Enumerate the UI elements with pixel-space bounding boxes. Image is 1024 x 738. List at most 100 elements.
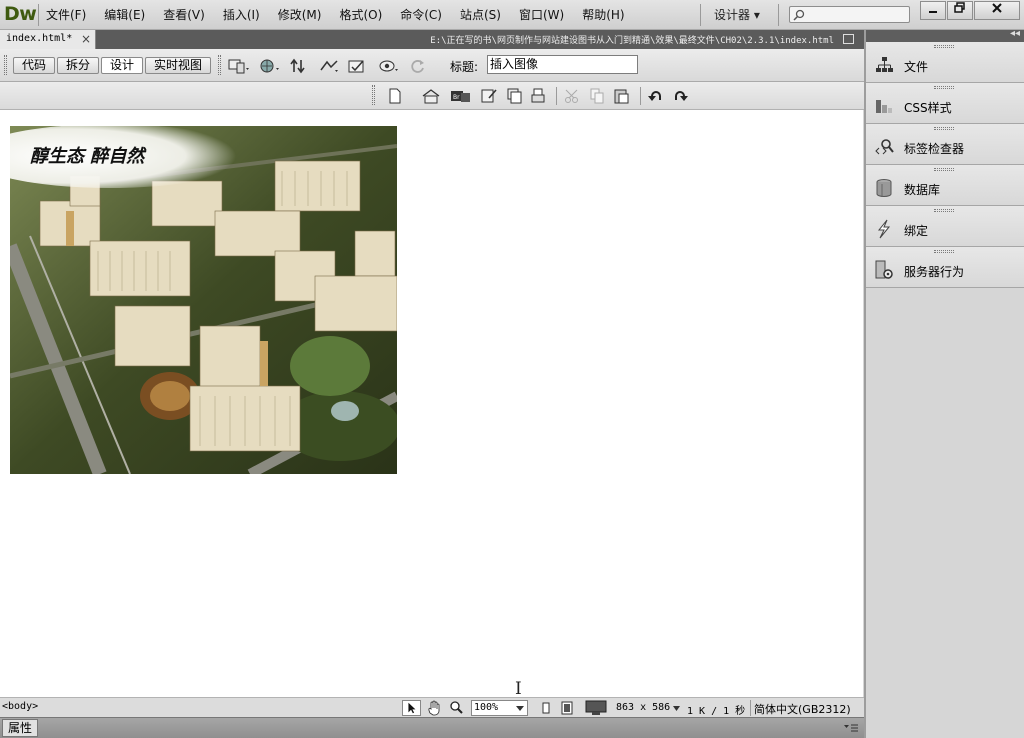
zoom-select[interactable]: 100%: [471, 700, 528, 716]
panel-dock: ◂◂ 文件 CSS样式 标签检查器 数据库 绑定 服务器行为: [864, 28, 1024, 738]
redo-icon[interactable]: [671, 88, 693, 104]
panel-label-files: 文件: [904, 60, 929, 74]
main-menu: 文件(F) 编辑(E) 查看(V) 插入(I) 修改(M) 格式(O) 命令(C…: [46, 6, 643, 23]
panel-options-icon[interactable]: [844, 724, 858, 733]
undo-icon[interactable]: [646, 88, 668, 104]
collapse-icon[interactable]: ◂◂: [1010, 28, 1020, 39]
file-management-icon[interactable]: [289, 58, 311, 74]
desktop-size-icon[interactable]: [584, 700, 608, 716]
panel-css-styles[interactable]: CSS样式: [866, 83, 1024, 124]
restore-document-icon[interactable]: [843, 34, 854, 44]
panel-grip[interactable]: [934, 86, 954, 89]
menu-bar: Dw 文件(F) 编辑(E) 查看(V) 插入(I) 修改(M) 格式(O) 命…: [0, 0, 1024, 30]
database-icon: [876, 179, 892, 197]
properties-tab[interactable]: 属性: [2, 719, 38, 737]
design-view-button[interactable]: 设计: [101, 57, 143, 74]
bindings-icon: [877, 219, 891, 239]
document-path: E:\正在写的书\网页制作与网站建设图书从入门到精通\效果\最终文件\CH02\…: [430, 36, 834, 46]
inserted-image[interactable]: 醇生态 醉自然: [10, 126, 397, 474]
minimize-icon: [929, 11, 937, 13]
menu-window[interactable]: 窗口(W): [519, 6, 564, 23]
menu-help[interactable]: 帮助(H): [582, 6, 624, 23]
panel-grip[interactable]: [934, 250, 954, 253]
menu-commands[interactable]: 命令(C): [400, 6, 442, 23]
tag-inspector-icon: [875, 139, 894, 155]
browse-bridge-icon[interactable]: Br: [450, 88, 472, 104]
split-view-button[interactable]: 拆分: [57, 57, 99, 74]
panel-databases[interactable]: 数据库: [866, 165, 1024, 206]
toolbar-grip[interactable]: [4, 55, 7, 75]
close-button[interactable]: [974, 1, 1020, 20]
restore-icon: [954, 2, 965, 13]
code-view-button[interactable]: 代码: [13, 57, 55, 74]
preview-browser-icon[interactable]: [259, 58, 281, 74]
panel-grip[interactable]: [934, 127, 954, 130]
panel-label-databases: 数据库: [904, 183, 941, 197]
tablet-size-icon[interactable]: [558, 700, 577, 716]
zoom-value: 100%: [474, 702, 499, 713]
open-icon[interactable]: [421, 88, 443, 104]
encoding-label: 简体中文(GB2312): [754, 703, 851, 716]
design-view[interactable]: 醇生态 醉自然 Ι: [0, 110, 863, 699]
tag-selector[interactable]: <body>: [2, 701, 38, 712]
image-caption: 醇生态 醉自然: [30, 146, 147, 167]
workspace-switcher[interactable]: 设计器 ▾: [714, 6, 760, 23]
visual-aids-icon[interactable]: [378, 58, 400, 74]
menu-modify[interactable]: 修改(M): [278, 6, 322, 23]
document-toolbar: 代码 拆分 设计 实时视图 标题: 插入图像: [0, 49, 864, 82]
title-label: 标题:: [450, 60, 479, 74]
multiscreen-icon[interactable]: [228, 58, 250, 74]
cut-icon[interactable]: [563, 88, 585, 104]
refresh-icon[interactable]: [408, 58, 430, 74]
search-icon: [793, 9, 805, 21]
chevron-down-icon[interactable]: [673, 706, 680, 711]
paste-icon[interactable]: [612, 88, 634, 104]
panel-grip[interactable]: [934, 168, 954, 171]
menu-edit[interactable]: 编辑(E): [104, 6, 145, 23]
toolbar-grip[interactable]: [372, 85, 375, 105]
menu-view[interactable]: 查看(V): [163, 6, 205, 23]
select-tool-icon[interactable]: [402, 700, 421, 716]
save-all-icon[interactable]: [505, 88, 527, 104]
menu-site[interactable]: 站点(S): [460, 6, 501, 23]
standard-toolbar: Br: [0, 82, 864, 110]
document-tab[interactable]: index.html* ×: [0, 30, 96, 49]
debug-icon[interactable]: [319, 58, 341, 74]
menu-format[interactable]: 格式(O): [339, 6, 382, 23]
document-tab-bar: index.html* × E:\正在写的书\网页制作与网站建设图书从入门到精通…: [0, 30, 864, 49]
svg-text:Br: Br: [453, 94, 460, 101]
aerial-photo: 醇生态 醉自然: [10, 126, 397, 474]
close-tab-icon[interactable]: ×: [81, 32, 91, 46]
panel-files[interactable]: 文件: [866, 42, 1024, 83]
panel-tag-inspector[interactable]: 标签检查器: [866, 124, 1024, 165]
toolbar-grip[interactable]: [218, 55, 221, 75]
validate-icon[interactable]: [348, 58, 370, 74]
window-size[interactable]: 863 x 586: [616, 702, 670, 713]
minimize-button[interactable]: [920, 1, 946, 20]
server-behaviors-icon: [875, 260, 893, 279]
restore-button[interactable]: [947, 1, 973, 20]
menu-insert[interactable]: 插入(I): [223, 6, 260, 23]
help-search-input[interactable]: [789, 6, 910, 23]
status-bar: <body> 100% 863 x 586 1 K / 1 秒 简体中文(GB2…: [0, 697, 864, 717]
page-title-input[interactable]: 插入图像: [487, 55, 638, 74]
panel-bindings[interactable]: 绑定: [866, 206, 1024, 247]
print-icon[interactable]: [529, 88, 551, 104]
save-icon[interactable]: [479, 88, 501, 104]
zoom-tool-icon[interactable]: [447, 700, 466, 716]
panel-grip[interactable]: [934, 209, 954, 212]
panel-label-tag-inspector: 标签检查器: [904, 142, 965, 156]
download-size: 1 K / 1 秒: [687, 706, 746, 717]
live-view-button[interactable]: 实时视图: [145, 57, 211, 74]
hand-tool-icon[interactable]: [425, 700, 444, 716]
panel-server-behaviors[interactable]: 服务器行为: [866, 247, 1024, 288]
new-document-icon[interactable]: [384, 88, 406, 104]
panel-label-bindings: 绑定: [904, 224, 929, 238]
menu-file[interactable]: 文件(F): [46, 6, 86, 23]
css-styles-icon: [876, 100, 892, 113]
mobile-size-icon[interactable]: [537, 700, 556, 716]
panel-grip[interactable]: [934, 45, 954, 48]
panel-label-css-styles: CSS样式: [904, 101, 952, 115]
copy-icon[interactable]: [588, 88, 610, 104]
panel-dock-header[interactable]: ◂◂: [866, 28, 1024, 42]
